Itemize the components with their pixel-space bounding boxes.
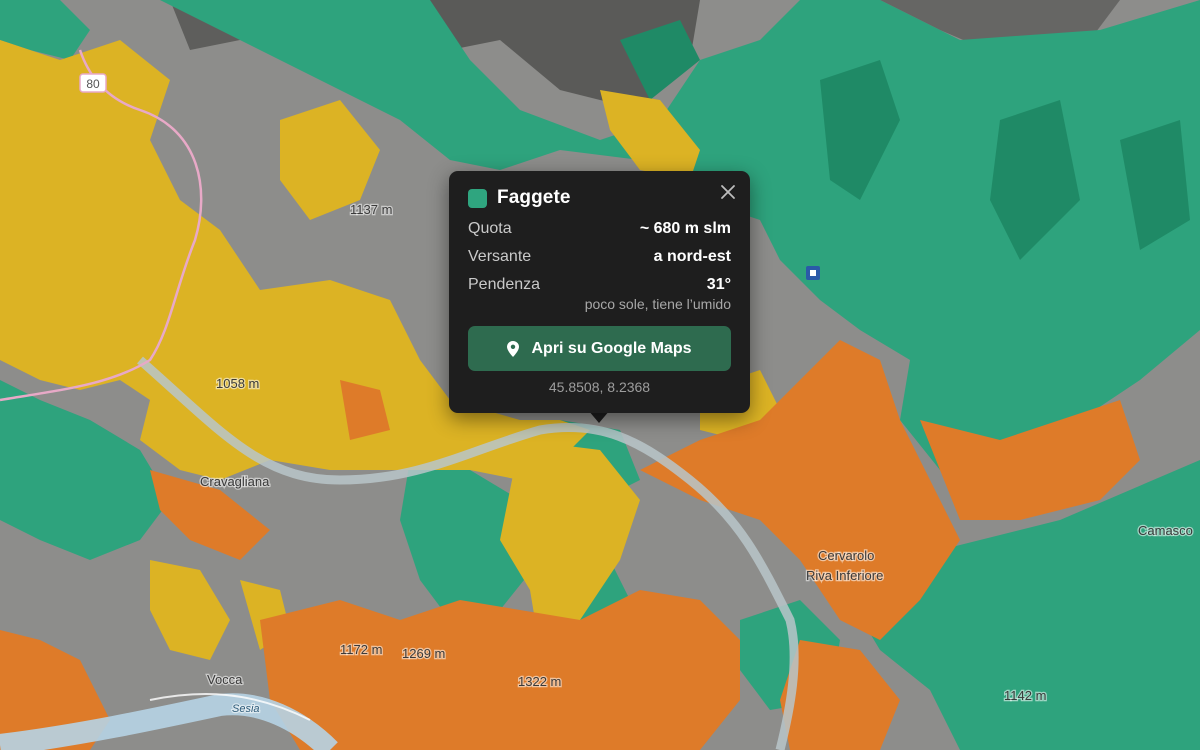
place-label-cravagliana: Cravagliana: [200, 474, 270, 489]
elevation-label: 1137 m: [350, 202, 392, 217]
popup-title: Faggete: [497, 187, 571, 208]
green-square-icon: [468, 188, 487, 208]
elevation-label: 1172 m: [340, 642, 382, 657]
row-quota: Quota ~ 680 m slm: [468, 215, 731, 243]
elevation-label: 1269 m: [402, 646, 445, 661]
elevation-label: 1322 m: [518, 674, 561, 689]
popup-attributes: Quota ~ 680 m slm Versante a nord-est Pe…: [468, 215, 731, 299]
river-label-sesia: Sesia: [232, 703, 260, 715]
row-value: a nord-est: [653, 248, 731, 265]
map-pin-icon: [507, 340, 520, 357]
open-google-maps-button[interactable]: Apri su Google Maps: [468, 326, 731, 371]
popup-header: Faggete: [468, 187, 731, 209]
elevation-label: 1142 m: [1004, 688, 1046, 703]
elevation-label: 1058 m: [216, 376, 259, 391]
road-number: 80: [86, 77, 100, 91]
poi-marker-icon[interactable]: [806, 266, 820, 280]
row-label: Pendenza: [468, 276, 541, 293]
row-value: ~ 680 m slm: [639, 220, 731, 237]
row-label: Versante: [468, 248, 532, 265]
feature-popup: Faggete Quota ~ 680 m slm Versante a nor…: [449, 171, 750, 413]
place-label-vocca: Vocca: [207, 672, 243, 687]
coordinates-text: 45.8508, 8.2368: [548, 379, 651, 395]
place-label-riva-inferiore: Riva Inferiore: [806, 568, 883, 583]
row-versante: Versante a nord-est: [468, 243, 731, 271]
open-google-maps-label: Apri su Google Maps: [531, 339, 692, 357]
close-icon[interactable]: [720, 184, 736, 200]
row-label: Quota: [468, 220, 512, 237]
place-label-camasco: Camasco: [1138, 523, 1193, 538]
place-label-cervarolo: Cervarolo: [818, 548, 874, 563]
forest-querceti: [260, 590, 740, 750]
